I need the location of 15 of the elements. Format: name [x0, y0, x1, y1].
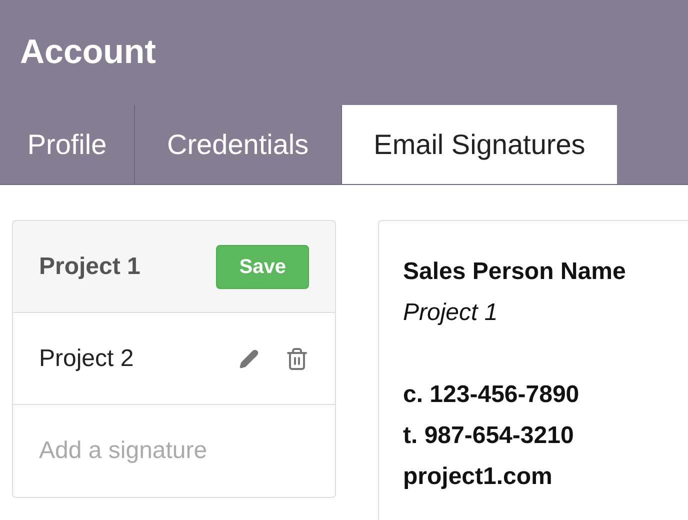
contact-line: c. 123-456-7890 — [403, 380, 580, 410]
trash-icon[interactable] — [285, 346, 309, 370]
signature-name: Project 2 — [39, 344, 134, 374]
page-title: Account — [20, 32, 156, 73]
tab[interactable]: Email Signatures — [342, 105, 618, 184]
signature-row[interactable]: Project 2 — [12, 312, 336, 404]
project-name: Project 1 — [403, 298, 499, 328]
signature-row[interactable]: Project 1 Save — [12, 220, 336, 312]
add-signature-field[interactable]: Add a signature — [12, 404, 336, 498]
sales-person-name: Sales Person Name — [403, 257, 627, 287]
edit-icon[interactable] — [239, 348, 259, 368]
tab[interactable]: Profile — [0, 105, 135, 184]
signature-name: Project 1 — [39, 252, 140, 282]
contact-line: project1.com — [403, 462, 554, 492]
contact-line: t. 987-654-3210 — [403, 421, 575, 451]
